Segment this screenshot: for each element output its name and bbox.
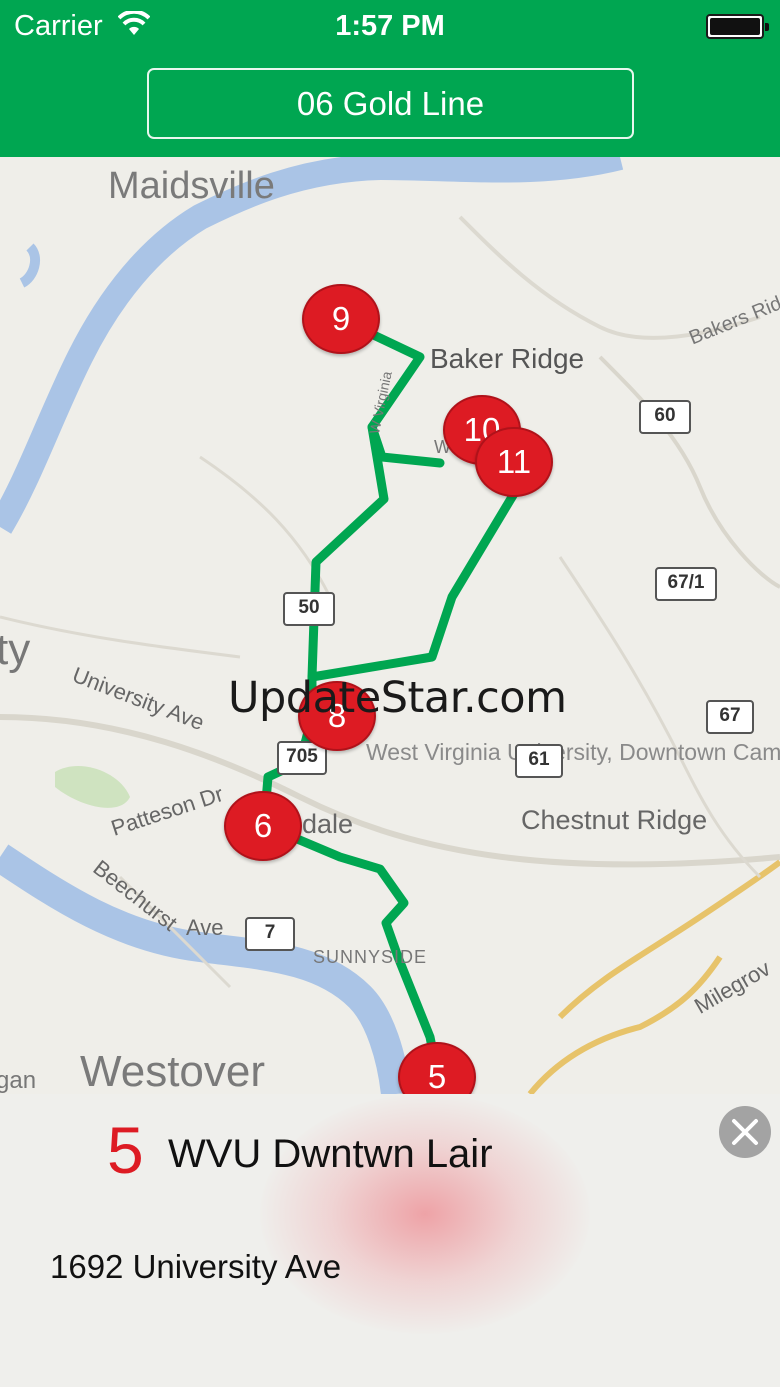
map-label-gan: gan [0,1067,37,1094]
selected-stop-name: WVU Dwntwn Lair [168,1132,493,1176]
map-label-baker-ridge: Baker Ridge [430,343,585,374]
map-label-chestnut-ridge: Chestnut Ridge [521,805,708,835]
selected-stop-number: 5 [107,1113,144,1187]
route-shield-60: 60 [639,400,691,434]
panel-highlight [260,1094,590,1334]
close-icon[interactable] [719,1106,771,1158]
route-map[interactable]: Maidsville Baker Ridge Bakers Rid ty Uni… [0,157,780,1094]
map-label-city-fragment: ty [0,625,31,674]
stop-info-panel: 5 WVU Dwntwn Lair 1692 University Ave [0,1094,780,1387]
route-shield-7: 7 [245,917,295,951]
map-label-sunnyside: SUNNYSIDE [313,947,428,967]
stop-marker-6[interactable]: 6 [224,791,302,861]
stop-marker-11[interactable]: 11 [475,427,553,497]
route-shield-61: 61 [515,744,563,778]
route-shield-67-1: 67/1 [655,567,717,601]
map-label-wvu-campus: West Virginia University, Downtown Campu… [366,739,780,765]
watermark-text: UpdateStar.com [228,673,567,723]
route-shield-50: 50 [283,592,335,626]
status-time: 1:57 PM [335,10,445,42]
battery-icon [706,14,769,39]
map-label-dale: dale [302,809,354,839]
nav-header: Carrier 1:57 PM 06 Gold Line [0,0,780,157]
route-selector-button[interactable]: 06 Gold Line [147,68,634,139]
stop-marker-9[interactable]: 9 [302,284,380,354]
map-label-westover: Westover [80,1047,266,1094]
selected-stop-address: 1692 University Ave [50,1248,342,1285]
status-bar: Carrier 1:57 PM [0,0,780,54]
map-label-ave: Ave [186,915,224,940]
route-shield-67: 67 [706,700,754,734]
map-label-maidsville: Maidsville [108,165,275,207]
